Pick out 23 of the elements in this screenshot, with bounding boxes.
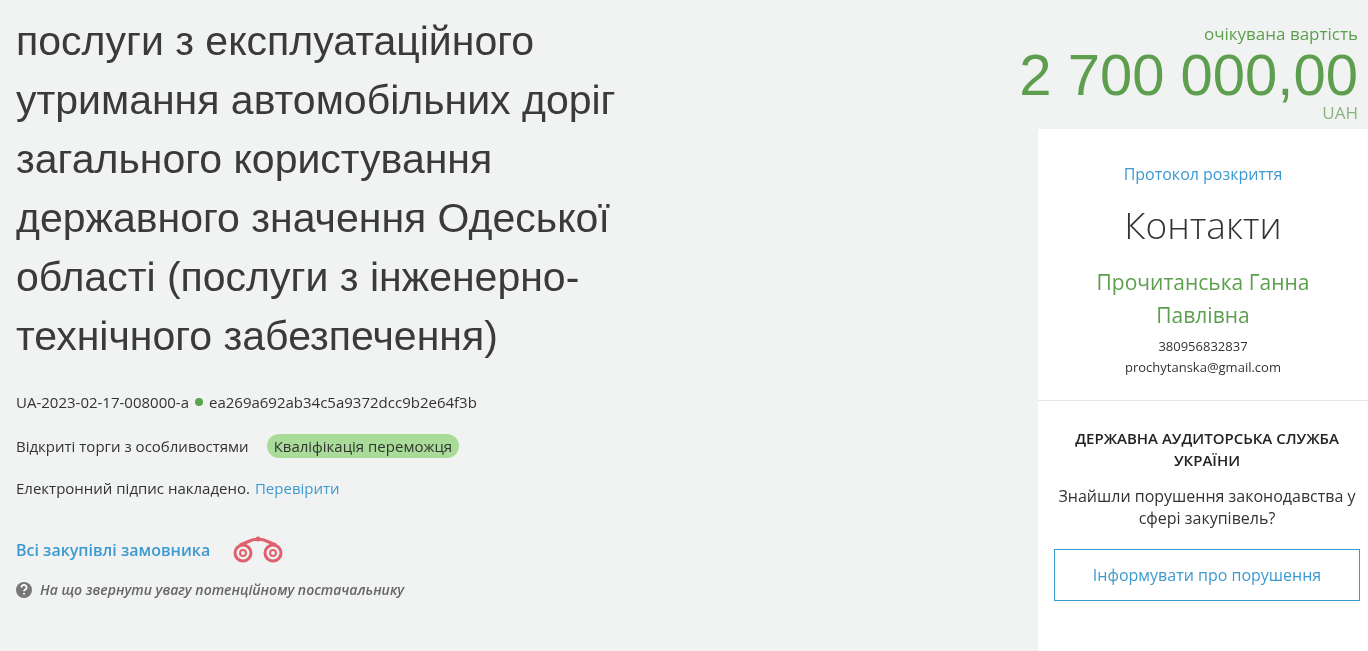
tender-hash: ea269a692ab34c5a9372dcc9b2e64f3b <box>208 392 477 412</box>
tender-title: послуги з експлуатаційного утримання автомобільних доріг загального користування державного значення Одеської області (послуги з інженерно-технічного забезпечення) <box>16 17 617 361</box>
contact-phone: 380956832837 <box>1157 336 1249 357</box>
contacts-heading: Контакти <box>1123 199 1283 250</box>
contact-email: prochytanska@gmail.com <box>1124 357 1282 378</box>
currency-label: UAH <box>1322 105 1358 121</box>
contact-name: Прочитанська Ганна Павлівна <box>1095 267 1311 331</box>
violation-question: Знайшли порушення законодавства у сфері закупівель? <box>1057 485 1357 529</box>
supplier-hint[interactable]: На що звернути увагу потенційному постачальнику <box>40 580 405 599</box>
expected-value-amount: 2 700 000,00 <box>1018 45 1358 105</box>
audit-service-heading: ДЕРЖАВНА АУДИТОРСЬКА СЛУЖБА УКРАЇНИ <box>1074 427 1340 471</box>
status-badge: Кваліфікація переможця <box>266 434 460 458</box>
verify-link[interactable]: Перевірити <box>254 478 340 498</box>
expected-value-label: очікувана вартість <box>1202 22 1358 45</box>
signature-text: Електронний підпис накладено. <box>16 478 250 498</box>
binoculars-icon <box>232 536 285 564</box>
buyer-procurements-link[interactable]: Всі закупівлі замовника <box>16 539 211 561</box>
opening-protocol-link[interactable]: Протокол розкриття <box>1123 163 1283 185</box>
help-icon <box>16 581 32 598</box>
tender-id: UA-2023-02-17-008000-a <box>16 392 189 412</box>
report-violation-button[interactable]: Інформувати про порушення <box>1054 549 1360 601</box>
status-dot-icon <box>194 398 203 406</box>
procedure-type: Відкриті торги з особливостями <box>16 436 249 456</box>
